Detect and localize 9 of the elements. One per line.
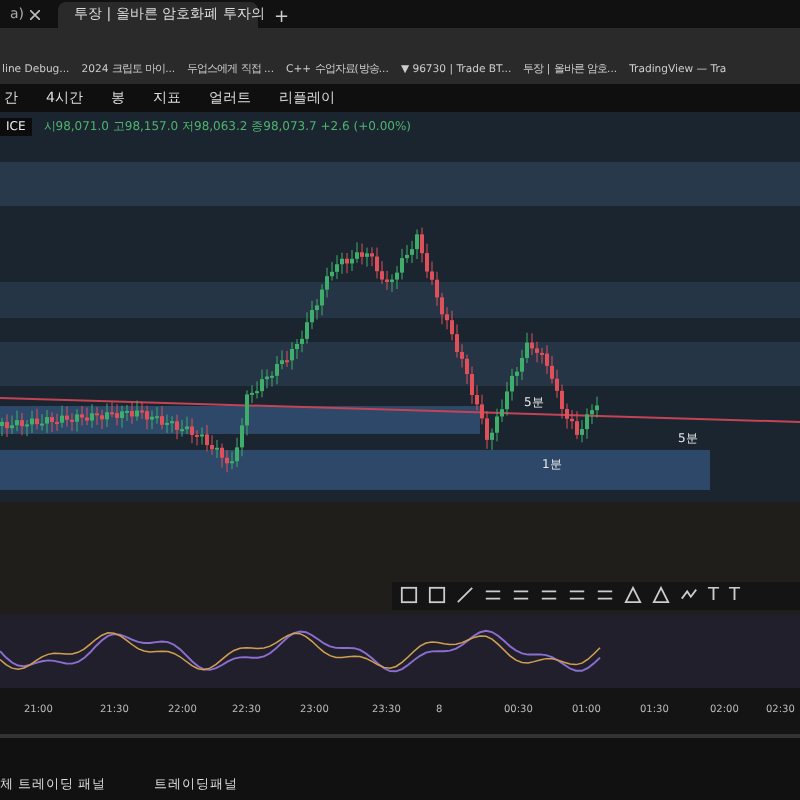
drawing-tool-icon[interactable] <box>540 586 558 605</box>
new-tab-button[interactable]: + <box>266 7 298 28</box>
text-tool[interactable]: T <box>708 585 719 606</box>
drawing-tool-icon[interactable] <box>596 586 614 605</box>
drawing-tool-icon[interactable] <box>512 586 530 605</box>
drawing-tool-icon[interactable] <box>484 586 502 605</box>
text-tool[interactable]: T <box>729 585 740 606</box>
drawing-tool-icon[interactable] <box>568 586 586 605</box>
close-icon[interactable] <box>30 9 41 20</box>
